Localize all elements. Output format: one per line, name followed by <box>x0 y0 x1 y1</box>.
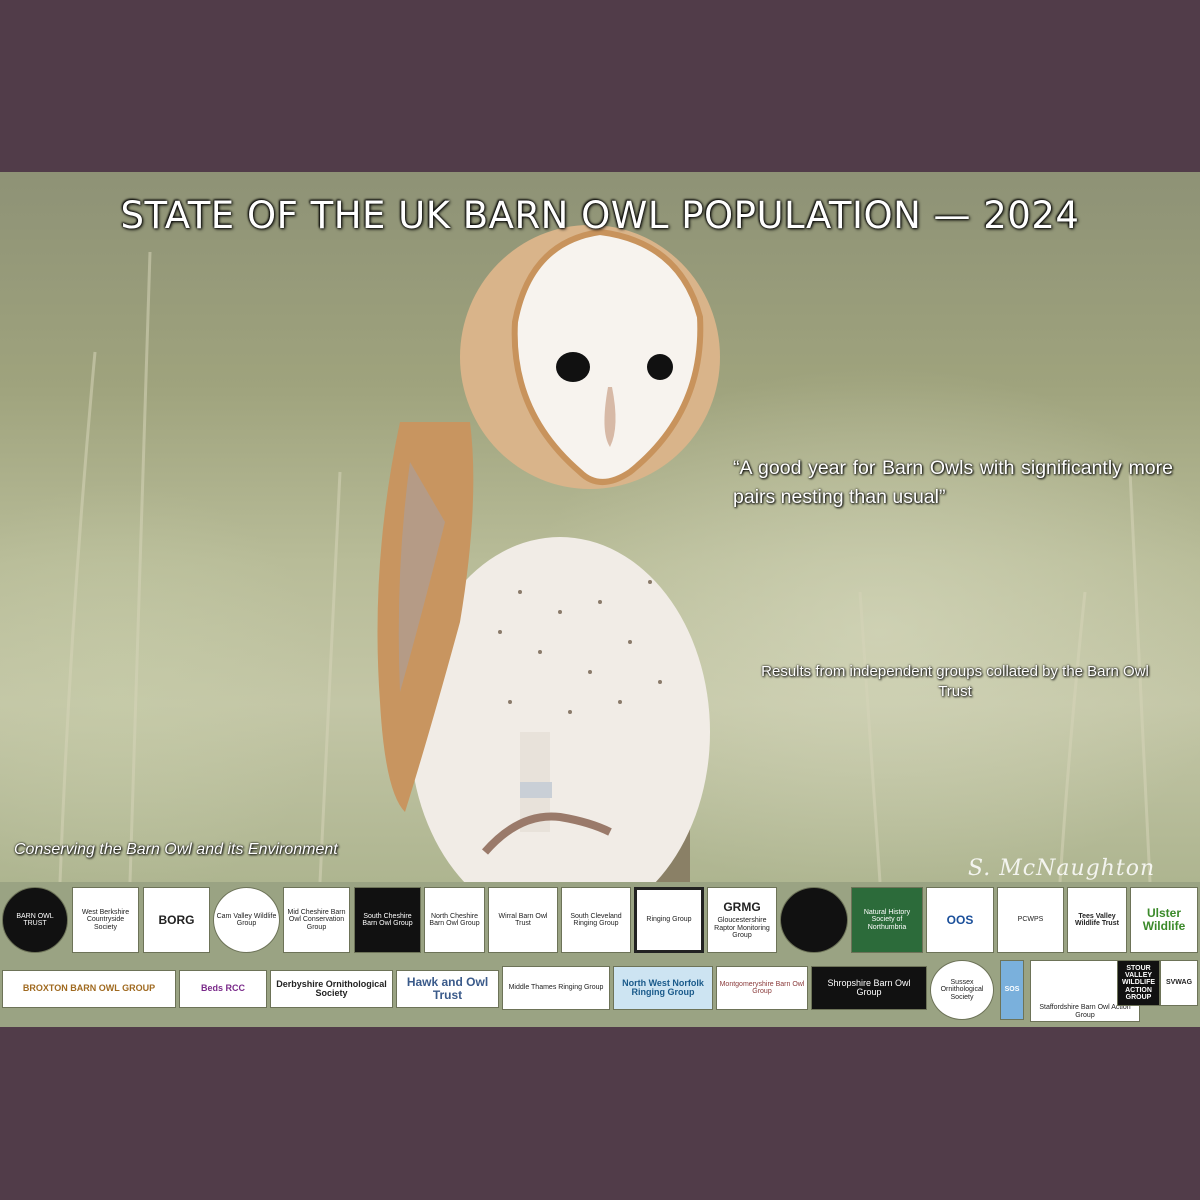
hawk-owl-trust-logo: Hawk and Owl Trust <box>396 970 499 1008</box>
montgomeryshire-logo: Montgomeryshire Barn Owl Group <box>716 966 808 1010</box>
sussex-logo: Sussex Ornithological Society <box>930 960 994 1020</box>
borg-logo: BORG <box>143 887 210 953</box>
natural-history-logo: Natural History Society of Northumbria <box>851 887 923 953</box>
quote-text: “A good year for Barn Owls with signific… <box>733 457 1173 508</box>
south-cheshire-logo: South Cheshire Barn Owl Group <box>354 887 421 953</box>
ringing-group-logo: Ringing Group <box>634 887 704 953</box>
results-note: Results from independent groups collated… <box>761 663 1149 700</box>
stour-valley-logo: STOUR VALLEY WILDLIFE ACTION GROUP <box>1117 960 1160 1006</box>
cam-valley-logo: Cam Valley Wildlife Group <box>213 887 280 953</box>
owl-illustration <box>58 225 1152 882</box>
north-cheshire-logo: North Cheshire Barn Owl Group <box>424 887 485 953</box>
grmg-logo: GRMG Gloucestershire Raptor Monitoring Gr… <box>707 887 777 953</box>
south-cleveland-logo: South Cleveland Ringing Group <box>561 887 631 953</box>
middle-thames-logo: Middle Thames Ringing Group <box>502 966 610 1010</box>
poster: STATE OF THE UK BARN OWL POPULATION — 20… <box>0 172 1200 1027</box>
mid-cheshire-logo: Mid Cheshire Barn Owl Conservation Group <box>283 887 350 953</box>
svwag-logo: SVWAG <box>1160 960 1198 1006</box>
derbyshire-logo: Derbyshire Ornithological Society <box>270 970 393 1008</box>
oos-logo: OOS <box>926 887 994 953</box>
broxton-logo: BROXTON BARN OWL GROUP <box>2 970 176 1008</box>
north-west-norfolk-logo: North West Norfolk Ringing Group <box>613 966 713 1010</box>
ulster-wildlife-logo: Ulster Wildlife <box>1130 887 1198 953</box>
partner-logos-strip: BARN OWL TRUST West Berkshire Countrysid… <box>0 882 1200 1027</box>
sos-logo: SOS <box>1000 960 1024 1020</box>
page-title: STATE OF THE UK BARN OWL POPULATION — 20… <box>120 194 1080 237</box>
tees-valley-logo: Tees Valley Wildlife Trust <box>1067 887 1127 953</box>
rcc-logo: Beds RCC <box>179 970 267 1008</box>
tagline: Conserving the Barn Owl and its Environm… <box>14 841 338 858</box>
barn-owl-photo: STATE OF THE UK BARN OWL POPULATION — 20… <box>0 172 1200 882</box>
wirral-logo: Wirral Barn Owl Trust <box>488 887 558 953</box>
round-logo <box>780 887 848 953</box>
west-berkshire-logo: West Berkshire Countryside Society <box>72 887 139 953</box>
pcwps-logo: PCWPS <box>997 887 1064 953</box>
barn-owl-trust-logo: BARN OWL TRUST <box>2 887 68 953</box>
photographer-signature: S. McNaughton <box>968 856 1156 881</box>
shropshire-logo: Shropshire Barn Owl Group <box>811 966 927 1010</box>
